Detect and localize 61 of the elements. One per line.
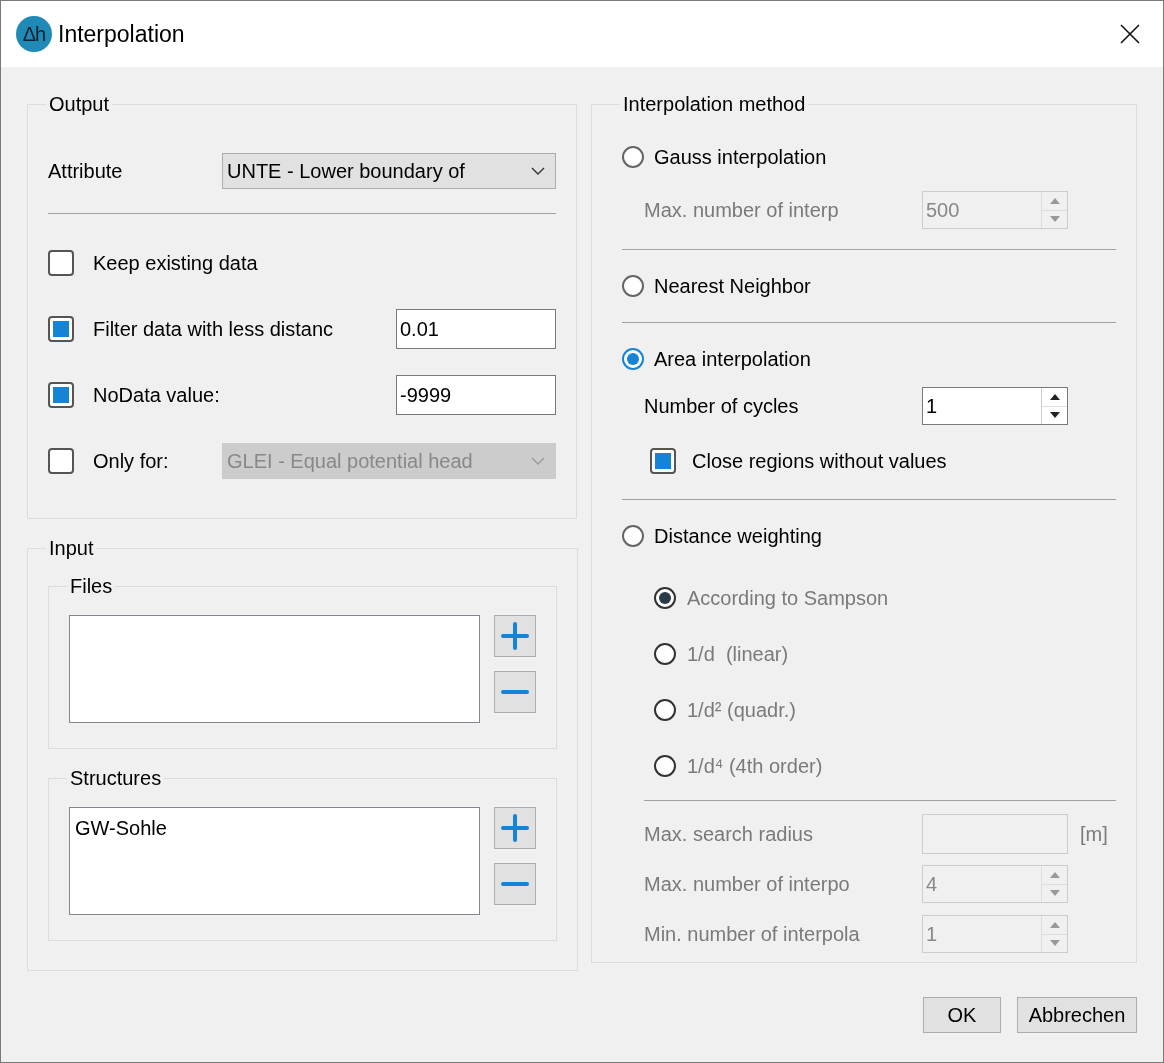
minus-icon (501, 881, 529, 887)
radio-label: According to Sampson (687, 586, 889, 611)
field-label: Min. number of interpola (644, 922, 861, 947)
group-title: Structures (69, 766, 163, 791)
radio-label: 1/d (linear) (687, 642, 789, 667)
group-title: Output (48, 92, 111, 117)
dialog-button[interactable]: OK (923, 997, 1001, 1033)
list-item[interactable]: GW-Sohle (75, 814, 474, 842)
close-icon (1120, 24, 1140, 44)
field-label: Max. number of interpo (644, 872, 851, 897)
checkbox[interactable] (48, 250, 74, 276)
checkbox[interactable] (48, 316, 74, 342)
radio-label: Gauss interpolation (654, 145, 827, 170)
radio-label: Distance weighting (654, 524, 822, 549)
checkbox[interactable] (650, 448, 676, 474)
down-arrow-icon (1049, 940, 1060, 947)
radio-label: Area interpolation (654, 347, 811, 372)
field-label: Attribute (48, 159, 123, 184)
down-arrow-icon (1049, 412, 1060, 419)
input-field[interactable]: 0.01 (396, 309, 556, 349)
radio-button[interactable] (622, 275, 644, 297)
radio-label: 1/d⁴ (4th order) (687, 754, 823, 779)
radio-button[interactable] (622, 525, 644, 547)
field-label: Max. search radius (644, 822, 814, 847)
field-label: Max. number of interp (644, 198, 840, 223)
up-arrow-icon (1049, 393, 1060, 400)
unit-label: [m] (1080, 822, 1108, 847)
add-button[interactable] (494, 615, 536, 657)
chevron-down-icon (531, 457, 545, 465)
group-title: Interpolation method (622, 92, 807, 117)
plus-icon (501, 814, 529, 842)
app-logo: Δh (16, 16, 52, 52)
add-button[interactable] (494, 807, 536, 849)
spin-box[interactable]: 1 (922, 387, 1068, 425)
group-title: Files (69, 574, 114, 599)
group-title: Input (48, 536, 95, 561)
window-title: Interpolation (58, 19, 185, 49)
down-arrow-icon (1049, 890, 1060, 897)
remove-button[interactable] (494, 671, 536, 713)
field-label: Number of cycles (644, 394, 800, 419)
checkbox-label: Filter data with less distanc (93, 317, 334, 342)
checkbox-label: Close regions without values (692, 449, 947, 474)
radio-button[interactable] (622, 348, 644, 370)
remove-button[interactable] (494, 863, 536, 905)
up-arrow-icon (1049, 197, 1060, 204)
dropdown[interactable]: UNTE - Lower boundary of (222, 153, 556, 189)
checkbox-label: NoData value: (93, 383, 220, 408)
checkbox[interactable] (48, 382, 74, 408)
up-arrow-icon (1049, 871, 1060, 878)
dialog-button[interactable]: Abbrechen (1017, 997, 1137, 1033)
checkbox-label: Only for: (93, 449, 169, 474)
minus-icon (501, 689, 529, 695)
radio-label: Nearest Neighbor (654, 274, 811, 299)
input-field[interactable]: -9999 (396, 375, 556, 415)
up-arrow-icon (1049, 921, 1060, 928)
radio-label: 1/d² (quadr.) (687, 698, 796, 723)
checkbox-label: Keep existing data (93, 251, 258, 276)
plus-icon (501, 622, 529, 650)
down-arrow-icon (1049, 216, 1060, 223)
chevron-down-icon (531, 167, 545, 175)
radio-button[interactable] (622, 146, 644, 168)
